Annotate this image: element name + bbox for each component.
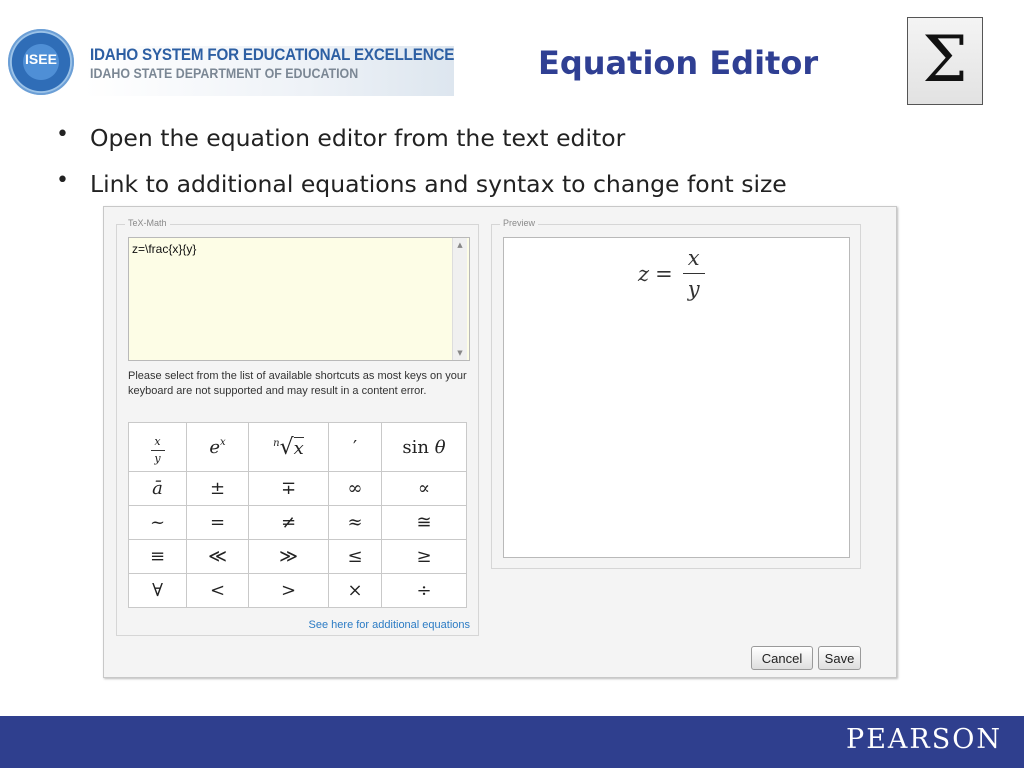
preview-numerator: x [687,246,700,270]
shortcut-grid: x y ex n√x ′ sin θ ā ± ∓ ∞ ∝ ~ = ≠ ≈ ≅ ≡… [128,422,467,608]
root-argument: x [293,436,304,459]
equation-editor-dialog: TeX-Math ▲ ▼ Please select from the list… [103,206,897,678]
shortcut-much-greater[interactable]: ≫ [248,539,329,574]
org-banner: IDAHO SYSTEM FOR EDUCATIONAL EXCELLENCE … [84,46,454,96]
shortcut-prime[interactable]: ′ [328,422,382,472]
shortcut-exponent[interactable]: ex [186,422,249,472]
fraction-numerator: x [154,435,161,448]
bullet-text: Open the equation editor from the text e… [90,124,626,152]
bullet-dot-icon: • [56,168,69,193]
shortcut-sine[interactable]: sin θ [381,422,467,472]
exp-base: e [209,436,220,458]
bullet-list: • Open the equation editor from the text… [56,122,787,216]
exp-superscript: x [220,436,226,448]
sigma-icon: Σ [922,23,968,97]
shortcut-times[interactable]: × [328,573,382,608]
logo-text: ISEE [25,51,57,67]
shortcut-greater-equal[interactable]: ≥ [381,539,467,574]
preview-fraction: x y [682,246,705,301]
bullet-item: • Open the equation editor from the text… [56,122,787,170]
scroll-up-icon[interactable]: ▲ [453,241,467,249]
save-button[interactable]: Save [818,646,861,670]
sin-function: sin [402,436,429,458]
bullet-dot-icon: • [56,122,69,147]
bullet-text: Link to additional equations and syntax … [90,170,787,198]
shortcut-bar[interactable]: ā [128,471,187,506]
pearson-logo: PEARSON [846,724,1002,755]
shortcut-for-all[interactable]: ∀ [128,573,187,608]
equation-editor-icon: Σ [907,17,983,105]
preview-equation: z = x y [638,246,705,301]
tex-scrollbar[interactable]: ▲ ▼ [452,238,467,360]
tex-math-label: TeX-Math [125,218,170,228]
shortcut-congruent[interactable]: ≅ [381,505,467,540]
shortcut-much-less[interactable]: ≪ [186,539,249,574]
shortcut-approx[interactable]: ≈ [328,505,382,540]
fraction-denominator: y [154,452,161,465]
isee-logo: ISEE [8,29,74,95]
shortcut-plus-minus[interactable]: ± [186,471,249,506]
shortcut-proportional[interactable]: ∝ [381,471,467,506]
shortcut-minus-plus[interactable]: ∓ [248,471,329,506]
helper-text: Please select from the list of available… [128,370,467,397]
shortcut-nth-root[interactable]: n√x [248,422,329,472]
tex-math-group: TeX-Math ▲ ▼ Please select from the list… [116,218,479,636]
shortcut-fraction[interactable]: x y [128,422,187,472]
shortcut-less-than[interactable]: < [186,573,249,608]
shortcut-divide[interactable]: ÷ [381,573,467,608]
org-subtitle: IDAHO STATE DEPARTMENT OF EDUCATION [90,66,359,81]
shortcut-less-equal[interactable]: ≤ [328,539,382,574]
shortcut-not-equal[interactable]: ≠ [248,505,329,540]
preview-label: Preview [500,218,539,228]
cancel-button[interactable]: Cancel [751,646,813,670]
footer-bar: PEARSON [0,716,1024,768]
preview-pane: z = x y [503,237,850,558]
preview-equals: = [655,261,673,286]
shortcut-greater-than[interactable]: > [248,573,329,608]
root-sign: √ [279,434,294,460]
shortcut-tilde[interactable]: ~ [128,505,187,540]
preview-group: Preview z = x y [491,218,861,569]
shortcut-equals[interactable]: = [186,505,249,540]
shortcut-equivalent[interactable]: ≡ [128,539,187,574]
preview-lhs: z [638,261,650,286]
additional-equations-link[interactable]: See here for additional equations [309,619,470,631]
tex-input[interactable] [128,237,470,361]
scroll-down-icon[interactable]: ▼ [453,349,467,357]
sin-argument: θ [434,436,446,458]
preview-denominator: y [687,277,700,301]
slide-title: Equation Editor [538,44,819,82]
shortcut-infinity[interactable]: ∞ [328,471,382,506]
org-title: IDAHO SYSTEM FOR EDUCATIONAL EXCELLENCE [90,46,455,64]
